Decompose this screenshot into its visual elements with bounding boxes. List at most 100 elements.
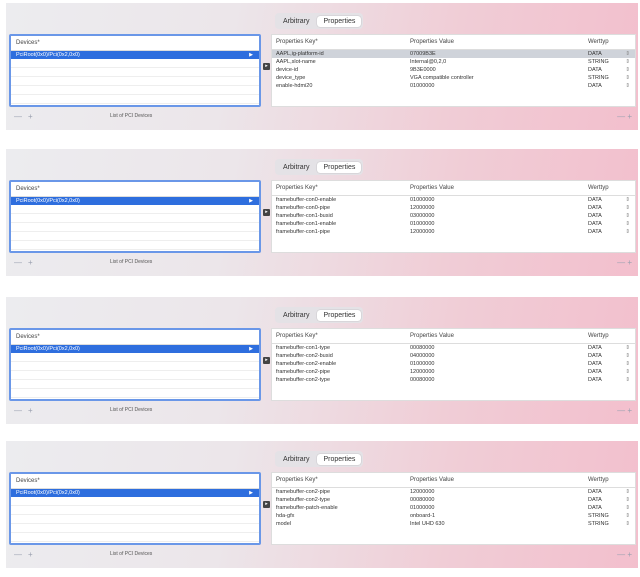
add-property-icon[interactable]: ▸ — [263, 63, 270, 70]
type-stepper-icon[interactable]: ⇕ — [618, 58, 630, 66]
type-stepper-icon[interactable]: ⇕ — [618, 488, 630, 496]
property-row[interactable]: framebuffer-con2-pipe 12000000 DATA ⇕ — [272, 368, 635, 376]
property-row[interactable]: AAPL,slot-name Internal@0,2,0 STRING ⇕ — [272, 58, 635, 66]
property-row[interactable]: enable-hdmi20 01000000 DATA ⇕ — [272, 82, 635, 90]
header-key[interactable]: Properties Key* — [272, 35, 410, 49]
property-row[interactable]: framebuffer-con2-type 00080000 DATA ⇕ — [272, 376, 635, 384]
devices-list[interactable]: Devices* PciRoot(0x0)/Pci(0x2,0x0) ▶ — [9, 180, 261, 253]
property-row[interactable]: framebuffer-con1-pipe 12000000 DATA ⇕ — [272, 228, 635, 236]
type-stepper-icon[interactable]: ⇕ — [618, 368, 630, 376]
property-value: 01000000 — [410, 197, 435, 203]
type-stepper-icon[interactable]: ⇕ — [618, 50, 630, 58]
tab-arbitrary[interactable]: Arbitrary — [277, 16, 315, 27]
tab-arbitrary[interactable]: Arbitrary — [277, 454, 315, 465]
type-stepper-icon[interactable]: ⇕ — [618, 352, 630, 360]
type-stepper-icon[interactable]: ⇕ — [618, 360, 630, 368]
header-type[interactable]: Werttyp — [588, 35, 618, 49]
devices-list[interactable]: Devices* PciRoot(0x0)/Pci(0x2,0x0) ▶ — [9, 472, 261, 545]
type-stepper-icon[interactable]: ⇕ — [618, 196, 630, 204]
header-value[interactable]: Properties Value — [410, 473, 588, 487]
header-value[interactable]: Properties Value — [410, 35, 588, 49]
add-device-button[interactable]: + — [28, 258, 33, 267]
properties-add-remove-buttons[interactable]: — + — [617, 112, 632, 121]
disclosure-arrow-icon[interactable]: ▶ — [249, 345, 253, 353]
device-row-selected[interactable]: PciRoot(0x0)/Pci(0x2,0x0) ▶ — [11, 489, 259, 497]
property-row[interactable]: model Intel UHD 630 STRING ⇕ — [272, 520, 635, 528]
header-value[interactable]: Properties Value — [410, 329, 588, 343]
type-stepper-icon[interactable]: ⇕ — [618, 228, 630, 236]
empty-row — [11, 214, 259, 223]
property-row[interactable]: framebuffer-con1-type 00080000 DATA ⇕ — [272, 344, 635, 352]
add-property-icon[interactable]: ▸ — [263, 501, 270, 508]
property-row[interactable]: device-id 9B3E0000 DATA ⇕ — [272, 66, 635, 74]
devices-list[interactable]: Devices* PciRoot(0x0)/Pci(0x2,0x0) ▶ — [9, 34, 261, 107]
type-stepper-icon[interactable]: ⇕ — [618, 520, 630, 528]
type-stepper-icon[interactable]: ⇕ — [618, 504, 630, 512]
device-row-selected[interactable]: PciRoot(0x0)/Pci(0x2,0x0) ▶ — [11, 197, 259, 205]
add-property-icon[interactable]: ▸ — [263, 357, 270, 364]
properties-add-remove-buttons[interactable]: — + — [617, 550, 632, 559]
tab-properties[interactable]: Properties — [317, 15, 362, 27]
type-stepper-icon[interactable]: ⇕ — [618, 204, 630, 212]
properties-add-remove-buttons[interactable]: — + — [617, 406, 632, 415]
devices-header[interactable]: Devices* — [11, 330, 259, 345]
type-stepper-icon[interactable]: ⇕ — [618, 212, 630, 220]
device-row-selected[interactable]: PciRoot(0x0)/Pci(0x2,0x0) ▶ — [11, 345, 259, 353]
remove-device-button[interactable]: — — [14, 406, 22, 415]
property-row[interactable]: framebuffer-patch-enable 01000000 DATA ⇕ — [272, 504, 635, 512]
add-device-button[interactable]: + — [28, 112, 33, 121]
property-row[interactable]: framebuffer-con2-enable 01000000 DATA ⇕ — [272, 360, 635, 368]
property-row[interactable]: framebuffer-con2-busid 04000000 DATA ⇕ — [272, 352, 635, 360]
property-row[interactable]: framebuffer-con0-enable 01000000 DATA ⇕ — [272, 196, 635, 204]
type-stepper-icon[interactable]: ⇕ — [618, 74, 630, 82]
tab-properties[interactable]: Properties — [317, 309, 362, 321]
type-stepper-icon[interactable]: ⇕ — [618, 220, 630, 228]
add-device-button[interactable]: + — [28, 406, 33, 415]
header-key[interactable]: Properties Key* — [272, 329, 410, 343]
header-type[interactable]: Werttyp — [588, 329, 618, 343]
property-row[interactable]: AAPL,ig-platform-id 07009B3E DATA ⇕ — [272, 50, 635, 58]
properties-add-remove-buttons[interactable]: — + — [617, 258, 632, 267]
empty-row — [11, 515, 259, 524]
property-row[interactable]: framebuffer-con1-enable 01000000 DATA ⇕ — [272, 220, 635, 228]
device-path: PciRoot(0x0)/Pci(0x2,0x0) — [16, 52, 80, 58]
remove-device-button[interactable]: — — [14, 112, 22, 121]
property-row[interactable]: framebuffer-con0-pipe 12000000 DATA ⇕ — [272, 204, 635, 212]
remove-device-button[interactable]: — — [14, 258, 22, 267]
type-stepper-icon[interactable]: ⇕ — [618, 512, 630, 520]
header-type[interactable]: Werttyp — [588, 181, 618, 195]
devices-header[interactable]: Devices* — [11, 36, 259, 51]
property-row[interactable]: device_type VGA compatible controller ST… — [272, 74, 635, 82]
segmented-control: Arbitrary Properties — [275, 307, 364, 323]
property-key: device-id — [276, 67, 299, 73]
add-device-button[interactable]: + — [28, 550, 33, 559]
header-type[interactable]: Werttyp — [588, 473, 618, 487]
header-value[interactable]: Properties Value — [410, 181, 588, 195]
disclosure-arrow-icon[interactable]: ▶ — [249, 197, 253, 205]
tab-properties[interactable]: Properties — [317, 161, 362, 173]
property-row[interactable]: framebuffer-con1-busid 03000000 DATA ⇕ — [272, 212, 635, 220]
property-row[interactable]: framebuffer-con2-type 00080000 DATA ⇕ — [272, 496, 635, 504]
tab-arbitrary[interactable]: Arbitrary — [277, 162, 315, 173]
remove-device-button[interactable]: — — [14, 550, 22, 559]
header-key[interactable]: Properties Key* — [272, 473, 410, 487]
tab-arbitrary[interactable]: Arbitrary — [277, 310, 315, 321]
property-row[interactable]: framebuffer-con2-pipe 12000000 DATA ⇕ — [272, 488, 635, 496]
disclosure-arrow-icon[interactable]: ▶ — [249, 489, 253, 497]
devices-list[interactable]: Devices* PciRoot(0x0)/Pci(0x2,0x0) ▶ — [9, 328, 261, 401]
header-key[interactable]: Properties Key* — [272, 181, 410, 195]
property-key: framebuffer-con2-busid — [276, 353, 333, 359]
type-stepper-icon[interactable]: ⇕ — [618, 376, 630, 384]
property-row[interactable]: hda-gfx onboard-1 STRING ⇕ — [272, 512, 635, 520]
type-stepper-icon[interactable]: ⇕ — [618, 66, 630, 74]
type-stepper-icon[interactable]: ⇕ — [618, 496, 630, 504]
devices-header[interactable]: Devices* — [11, 182, 259, 197]
type-stepper-icon[interactable]: ⇕ — [618, 344, 630, 352]
type-stepper-icon[interactable]: ⇕ — [618, 82, 630, 90]
devices-header[interactable]: Devices* — [11, 474, 259, 489]
property-value: 01000000 — [410, 361, 435, 367]
add-property-icon[interactable]: ▸ — [263, 209, 270, 216]
disclosure-arrow-icon[interactable]: ▶ — [249, 51, 253, 59]
tab-properties[interactable]: Properties — [317, 453, 362, 465]
device-row-selected[interactable]: PciRoot(0x0)/Pci(0x2,0x0) ▶ — [11, 51, 259, 59]
